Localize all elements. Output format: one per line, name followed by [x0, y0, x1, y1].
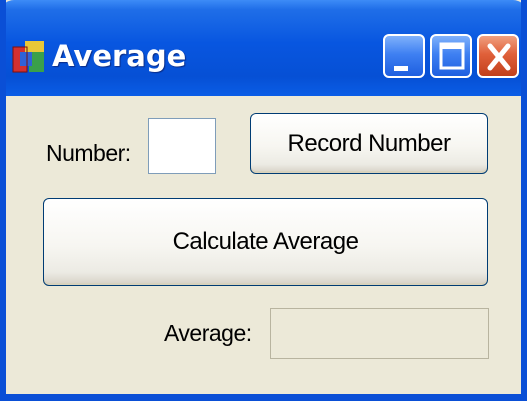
application-icon [12, 38, 46, 74]
average-output [270, 308, 489, 359]
number-label: Number: [46, 140, 131, 166]
close-icon [487, 43, 511, 71]
minimize-button[interactable] [383, 34, 425, 78]
maximize-icon [439, 42, 465, 70]
record-number-button[interactable]: Record Number [250, 113, 488, 174]
minimize-icon [394, 66, 408, 71]
window-title: Average [52, 39, 187, 73]
calculate-average-button[interactable]: Calculate Average [43, 198, 488, 286]
maximize-button[interactable] [430, 34, 472, 78]
average-window: Average Number: Record Number Calculate … [0, 0, 527, 401]
number-input[interactable] [148, 118, 216, 174]
close-button[interactable] [477, 34, 519, 78]
title-bar[interactable]: Average [6, 0, 521, 96]
average-label: Average: [164, 320, 252, 346]
